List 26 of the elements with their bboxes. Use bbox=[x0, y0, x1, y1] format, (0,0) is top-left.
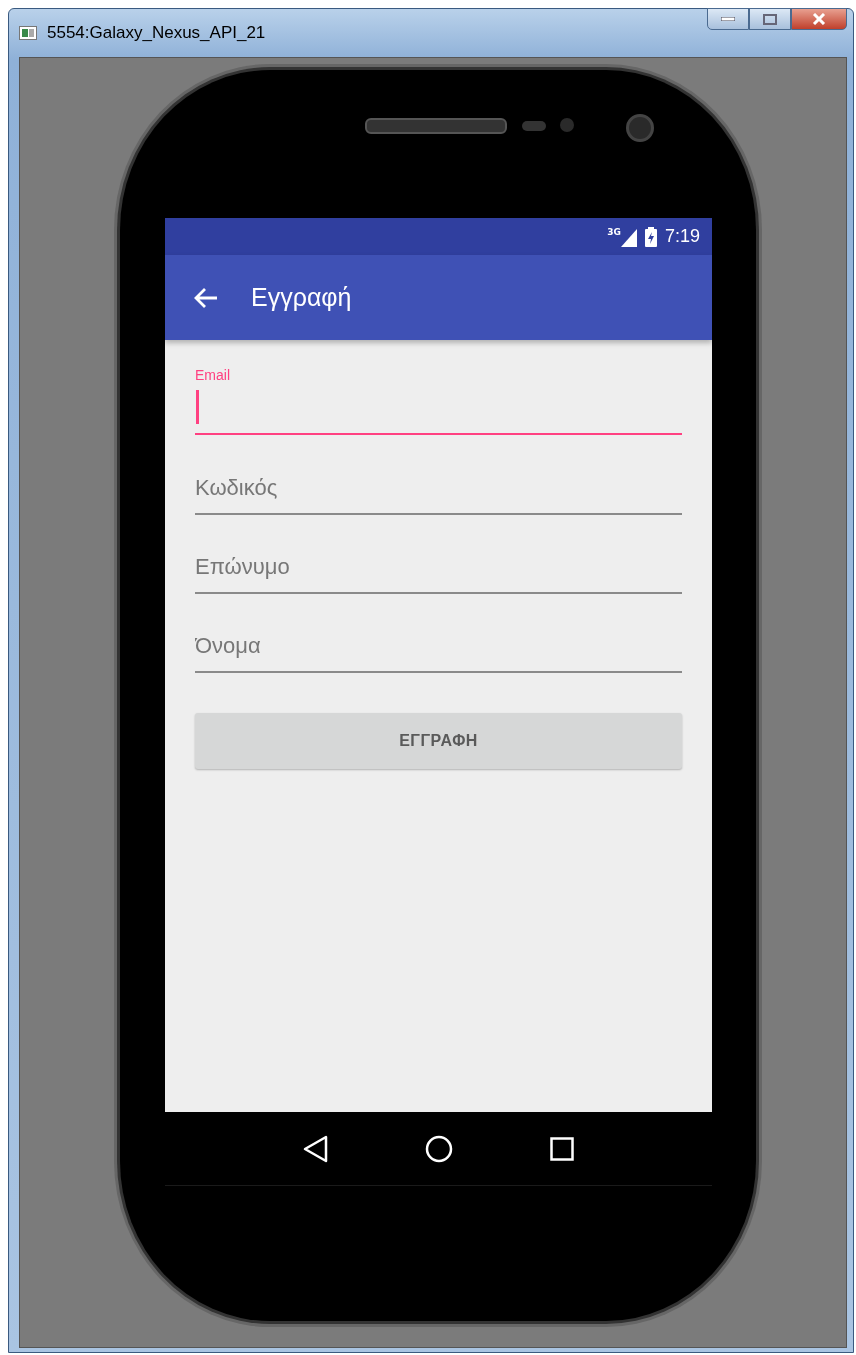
sensor bbox=[522, 121, 546, 131]
maximize-button[interactable] bbox=[749, 8, 791, 30]
close-icon bbox=[812, 13, 826, 25]
input-field[interactable]: Επώνυμο bbox=[195, 546, 682, 594]
input-field[interactable]: Κωδικός bbox=[195, 467, 682, 515]
camera bbox=[626, 114, 654, 142]
app-icon bbox=[19, 26, 37, 40]
battery-icon bbox=[644, 226, 657, 247]
maximize-icon bbox=[763, 13, 777, 25]
screen-title: Εγγραφή bbox=[251, 283, 352, 312]
window-title: 5554:Galaxy_Nexus_API_21 bbox=[47, 23, 266, 43]
back-arrow-icon[interactable] bbox=[193, 285, 219, 310]
minimize-icon bbox=[721, 17, 735, 21]
home-icon[interactable] bbox=[425, 1134, 454, 1163]
network-type: 3G bbox=[607, 226, 621, 237]
floating-label: Email bbox=[195, 367, 231, 385]
recent-apps-icon[interactable] bbox=[549, 1136, 574, 1161]
minimize-button[interactable] bbox=[707, 8, 749, 30]
input-field[interactable]: Όνομα bbox=[195, 625, 682, 673]
back-icon[interactable] bbox=[303, 1134, 330, 1163]
close-button[interactable] bbox=[791, 8, 847, 30]
register-button[interactable]: ΕΓΓΡΑΦΗ bbox=[195, 713, 682, 769]
text-cursor bbox=[196, 390, 199, 424]
signal-icon bbox=[620, 228, 637, 247]
clock: 7:19 bbox=[664, 226, 700, 247]
sensor bbox=[560, 118, 574, 132]
